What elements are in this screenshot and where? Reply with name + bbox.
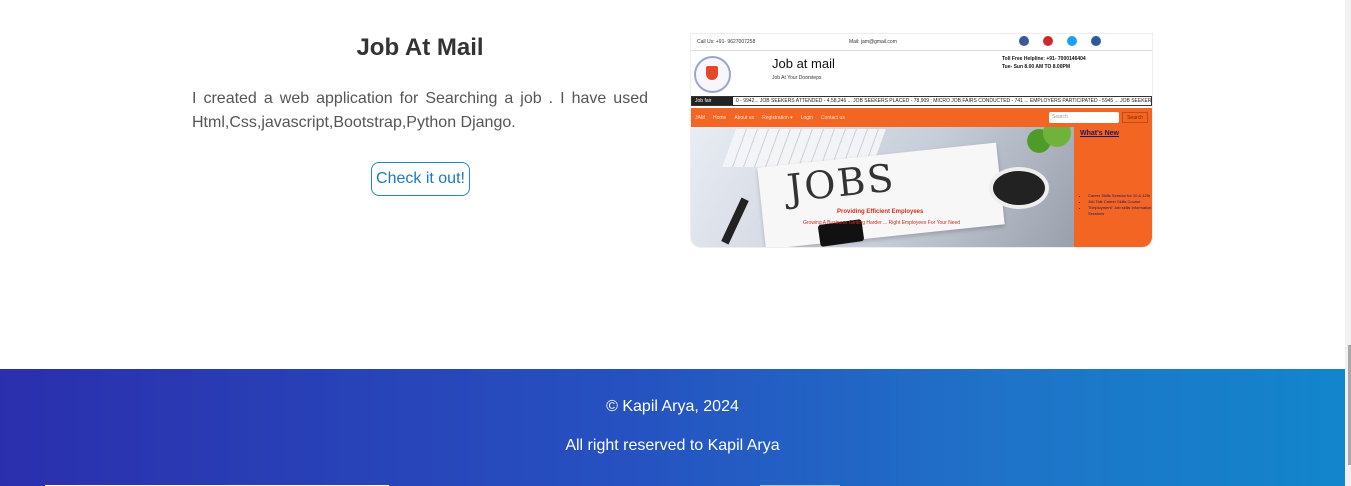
project-title: Job At Mail bbox=[356, 34, 484, 61]
screenshot-topbar: Call Us: +91- 9627007258 Mail: jam@gmail… bbox=[691, 34, 1152, 51]
facebook-icon bbox=[1019, 36, 1029, 46]
screenshot-nav-items: JAM Home About us Registration ▾ Login C… bbox=[695, 115, 845, 121]
screenshot-brand: Job at mail bbox=[772, 56, 835, 71]
project-description: I created a web application for Searchin… bbox=[192, 90, 648, 131]
screenshot-helpline: Toll Free Helpline: +91- 7000146404 Tue-… bbox=[1002, 55, 1086, 71]
footer-rights: All right reserved to Kapil Arya bbox=[565, 437, 780, 454]
screenshot-whats-new: What's New Career Skills Session for 10 … bbox=[1074, 127, 1152, 247]
ticker-text: 0 - 9942... JOB SEEKERS ATTENDED - 4,58,… bbox=[736, 98, 1152, 104]
ticker-label: Job fair bbox=[692, 97, 733, 105]
hero-subcaption: Growing A Business Getting Harder ... Ri… bbox=[803, 220, 961, 226]
twitter-icon bbox=[1067, 36, 1077, 46]
helpline-hours: Tue- Sun 8.00 AM TO 8.00PM bbox=[1002, 64, 1070, 70]
nav-item: Registration ▾ bbox=[762, 115, 793, 121]
screenshot-hero-image: JOBS Providing Efficient Employees Growi… bbox=[691, 127, 1074, 247]
coffee-cup-graphic bbox=[989, 167, 1049, 209]
job-at-mail-logo-icon bbox=[694, 56, 731, 93]
helpline-number: Toll Free Helpline: +91- 7000146404 bbox=[1002, 56, 1086, 62]
nav-item: About us bbox=[734, 115, 755, 121]
nav-item: Contact us bbox=[820, 115, 845, 121]
screenshot-header: Job at mail Job At Your Doorsteps Toll F… bbox=[691, 51, 1152, 95]
whats-new-item: "Employment" Job skills Information Sess… bbox=[1088, 205, 1152, 217]
hero-caption: Providing Efficient Employees bbox=[837, 209, 924, 215]
project-card: Job At Mail I created a web application … bbox=[0, 0, 1345, 369]
nav-item: Home bbox=[713, 115, 727, 121]
screenshot-nav: JAM Home About us Registration ▾ Login C… bbox=[691, 108, 1152, 127]
call-text: Call Us: +91- 9627007258 bbox=[697, 39, 756, 45]
screenshot-ticker: Job fair 0 - 9942... JOB SEEKERS ATTENDE… bbox=[691, 96, 1152, 106]
check-it-out-button[interactable]: Check it out! bbox=[371, 162, 470, 196]
page-scrollbar[interactable] bbox=[1345, 0, 1351, 486]
screenshot-search: Search bbox=[1049, 112, 1119, 123]
plant-graphic bbox=[1021, 127, 1074, 161]
pen-graphic bbox=[721, 197, 749, 245]
whats-new-title: What's New bbox=[1080, 130, 1120, 137]
mail-text: Mail: jam@gmail.com bbox=[849, 39, 897, 45]
screenshot-search-button: Search bbox=[1122, 112, 1148, 123]
instagram-icon bbox=[1091, 36, 1101, 46]
site-footer: © Kapil Arya, 2024 All right reserved to… bbox=[0, 369, 1345, 486]
youtube-icon bbox=[1043, 36, 1053, 46]
nav-item: JAM bbox=[695, 115, 705, 121]
social-icons bbox=[1019, 36, 1101, 46]
whats-new-list: Career Skills Session for 10 & 12th Job … bbox=[1078, 193, 1152, 217]
nav-item: Login bbox=[800, 115, 813, 121]
footer-copyright: © Kapil Arya, 2024 bbox=[606, 398, 739, 415]
screenshot-tagline: Job At Your Doorsteps bbox=[772, 75, 822, 81]
project-screenshot: Call Us: +91- 9627007258 Mail: jam@gmail… bbox=[691, 34, 1152, 247]
